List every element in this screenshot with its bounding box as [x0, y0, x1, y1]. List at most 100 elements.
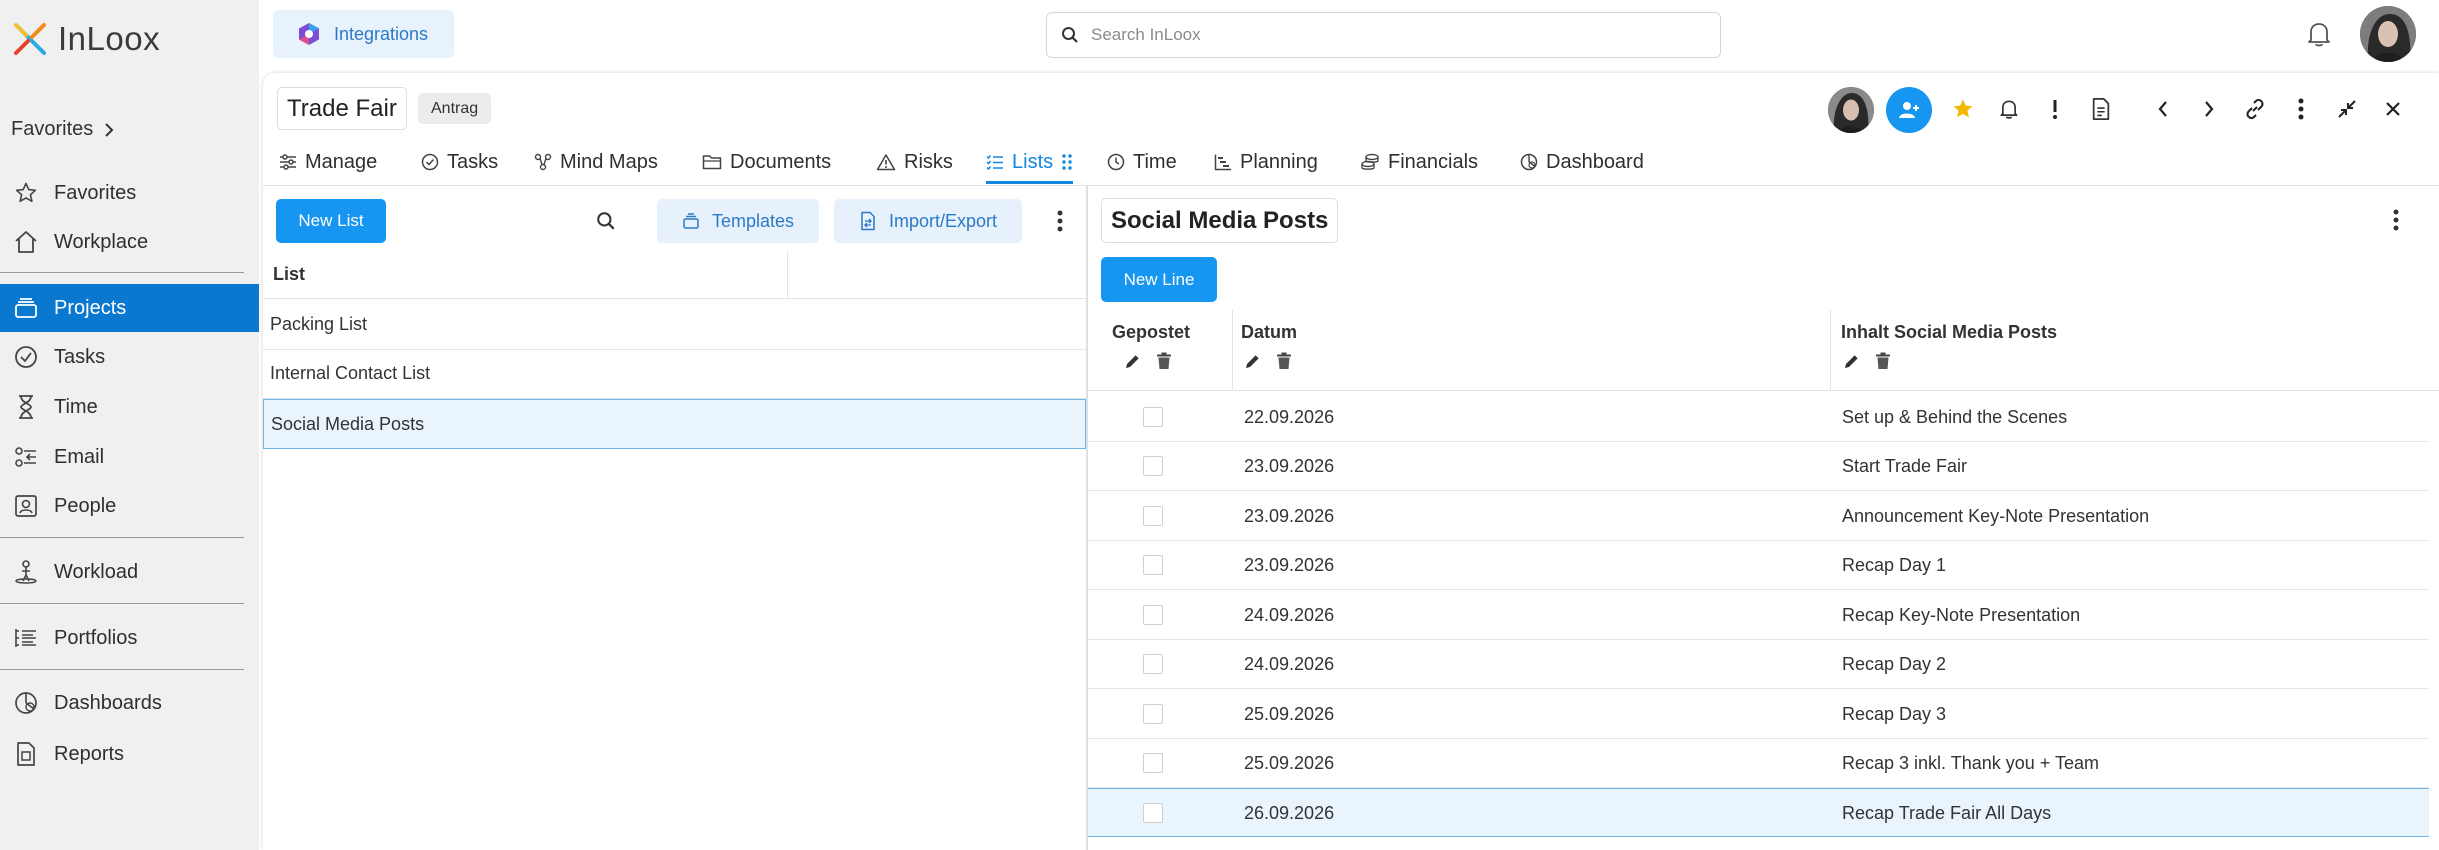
tab-mind-maps[interactable]: Mind Maps — [534, 140, 658, 184]
posted-checkbox[interactable] — [1143, 407, 1163, 427]
row-date: 24.09.2026 — [1244, 654, 1335, 674]
favorites-header[interactable]: Favorites — [11, 118, 115, 141]
app-logo[interactable]: InLoox — [12, 20, 160, 58]
project-notifications-bell-icon[interactable] — [1989, 84, 2029, 134]
user-avatar[interactable] — [2360, 6, 2416, 62]
project-title[interactable]: Trade Fair — [277, 87, 407, 130]
templates-button[interactable]: Templates — [657, 199, 819, 243]
tab-manage[interactable]: Manage — [279, 140, 377, 184]
new-line-button[interactable]: New Line — [1101, 257, 1217, 302]
integrations-button[interactable]: Integrations — [273, 10, 454, 58]
posted-checkbox[interactable] — [1143, 456, 1163, 476]
list-item-internal-contact-list[interactable]: Internal Contact List — [263, 349, 1086, 399]
sidebar-divider — [0, 669, 244, 670]
collapse-minimize-icon[interactable] — [2327, 84, 2367, 134]
tab-planning[interactable]: Planning — [1214, 140, 1318, 184]
integrations-label: Integrations — [334, 23, 429, 44]
table-row[interactable]: 23.09.2026 Recap Day 1 — [1088, 541, 2429, 590]
list-column-header[interactable]: List — [273, 264, 305, 285]
lists-more-options-icon[interactable] — [1050, 207, 1070, 235]
project-report-icon[interactable] — [2081, 84, 2121, 134]
list-item-name: Internal Contact List — [270, 363, 431, 383]
posted-checkbox[interactable] — [1143, 605, 1163, 625]
more-options-vertical-icon[interactable] — [2281, 84, 2321, 134]
warning-triangle-icon — [876, 153, 896, 171]
list-detail-title[interactable]: Social Media Posts — [1101, 198, 1339, 243]
sidebar-item-portfolios[interactable]: Portfolios — [0, 614, 259, 662]
tab-financials[interactable]: Financials — [1360, 140, 1478, 184]
sidebar-item-people[interactable]: People — [0, 482, 259, 530]
table-row[interactable]: 24.09.2026 Recap Day 2 — [1088, 640, 2429, 689]
table-row[interactable]: 22.09.2026 Set up & Behind the Scenes — [1088, 393, 2429, 442]
table-row[interactable]: 23.09.2026 Announcement Key-Note Present… — [1088, 492, 2429, 541]
templates-icon — [682, 212, 700, 230]
posted-checkbox[interactable] — [1143, 803, 1163, 823]
priority-exclamation-icon[interactable] — [2035, 84, 2075, 134]
copy-link-icon[interactable] — [2235, 84, 2275, 134]
delete-trash-icon[interactable] — [1276, 352, 1292, 370]
table-row[interactable]: 23.09.2026 Start Trade Fair — [1088, 442, 2429, 491]
detail-more-options-icon[interactable] — [2386, 206, 2406, 234]
column-header-datum[interactable]: Datum — [1241, 322, 1297, 343]
edit-pencil-icon[interactable] — [1843, 352, 1861, 370]
delete-trash-icon[interactable] — [1875, 352, 1891, 370]
new-list-button[interactable]: New List — [276, 199, 386, 243]
sidebar-item-favorites[interactable]: Favorites — [0, 169, 259, 217]
project-status-badge[interactable]: Antrag — [418, 93, 492, 124]
sidebar-item-tasks[interactable]: Tasks — [0, 333, 259, 381]
table-row[interactable]: 25.09.2026 Recap 3 inkl. Thank you + Tea… — [1088, 739, 2429, 788]
row-date: 22.09.2026 — [1244, 407, 1335, 427]
coins-icon — [1360, 153, 1380, 171]
list-item-name: Social Media Posts — [271, 413, 425, 434]
next-project-chevron-right-icon[interactable] — [2189, 84, 2229, 134]
add-user-icon — [1897, 98, 1921, 122]
edit-pencil-icon[interactable] — [1124, 352, 1142, 370]
posted-checkbox[interactable] — [1143, 555, 1163, 575]
tab-lists[interactable]: Lists — [986, 140, 1074, 184]
posted-checkbox[interactable] — [1143, 704, 1163, 724]
tab-dashboard[interactable]: Dashboard — [1520, 140, 1644, 184]
lists-table-header: List — [263, 252, 1086, 299]
posted-checkbox[interactable] — [1143, 753, 1163, 773]
sidebar: InLoox Favorites Favorites Workplace Pro… — [0, 0, 259, 850]
notifications-bell-icon[interactable] — [2306, 20, 2332, 48]
close-icon[interactable] — [2373, 84, 2413, 134]
sidebar-item-workload[interactable]: Workload — [0, 548, 259, 596]
row-date: 24.09.2026 — [1244, 605, 1335, 625]
list-search-icon[interactable] — [596, 211, 616, 231]
column-header-inhalt[interactable]: Inhalt Social Media Posts — [1841, 322, 2057, 343]
table-row[interactable]: 24.09.2026 Recap Key-Note Presentation — [1088, 591, 2429, 640]
email-icon — [11, 442, 41, 472]
sidebar-item-projects[interactable]: Projects — [0, 284, 259, 332]
sidebar-item-reports[interactable]: Reports — [0, 730, 259, 778]
previous-project-chevron-left-icon[interactable] — [2143, 84, 2183, 134]
import-export-button[interactable]: Import/Export — [834, 199, 1022, 243]
delete-trash-icon[interactable] — [1156, 352, 1172, 370]
table-row[interactable]: 25.09.2026 Recap Day 3 — [1088, 690, 2429, 739]
list-item-social-media-posts[interactable]: Social Media Posts — [263, 399, 1086, 449]
drag-handle-grid-icon[interactable] — [1061, 153, 1073, 171]
tab-documents[interactable]: Documents — [702, 140, 831, 184]
sidebar-item-workplace[interactable]: Workplace — [0, 218, 259, 266]
search-input[interactable] — [1091, 25, 1691, 45]
edit-pencil-icon[interactable] — [1244, 352, 1262, 370]
sidebar-item-label: Time — [54, 395, 98, 418]
tab-time[interactable]: Time — [1107, 140, 1177, 184]
add-member-button[interactable] — [1886, 87, 1932, 133]
tab-label: Planning — [1240, 150, 1318, 173]
sidebar-item-email[interactable]: Email — [0, 433, 259, 481]
project-member-avatar[interactable] — [1828, 87, 1874, 133]
column-header-gepostet[interactable]: Gepostet — [1112, 322, 1190, 343]
sidebar-item-label: Reports — [54, 742, 125, 765]
table-row[interactable]: 26.09.2026 Recap Trade Fair All Days — [1088, 788, 2429, 837]
import-export-label: Import/Export — [888, 210, 998, 231]
sidebar-item-dashboards[interactable]: Dashboards — [0, 679, 259, 727]
posted-checkbox[interactable] — [1143, 654, 1163, 674]
posted-checkbox[interactable] — [1143, 506, 1163, 526]
favorite-star-icon[interactable] — [1943, 84, 1983, 134]
list-item-packing-list[interactable]: Packing List — [263, 300, 1086, 350]
tab-risks[interactable]: Risks — [876, 140, 953, 184]
sidebar-item-time[interactable]: Time — [0, 383, 259, 431]
tab-tasks[interactable]: Tasks — [421, 140, 498, 184]
global-search[interactable] — [1046, 12, 1721, 58]
